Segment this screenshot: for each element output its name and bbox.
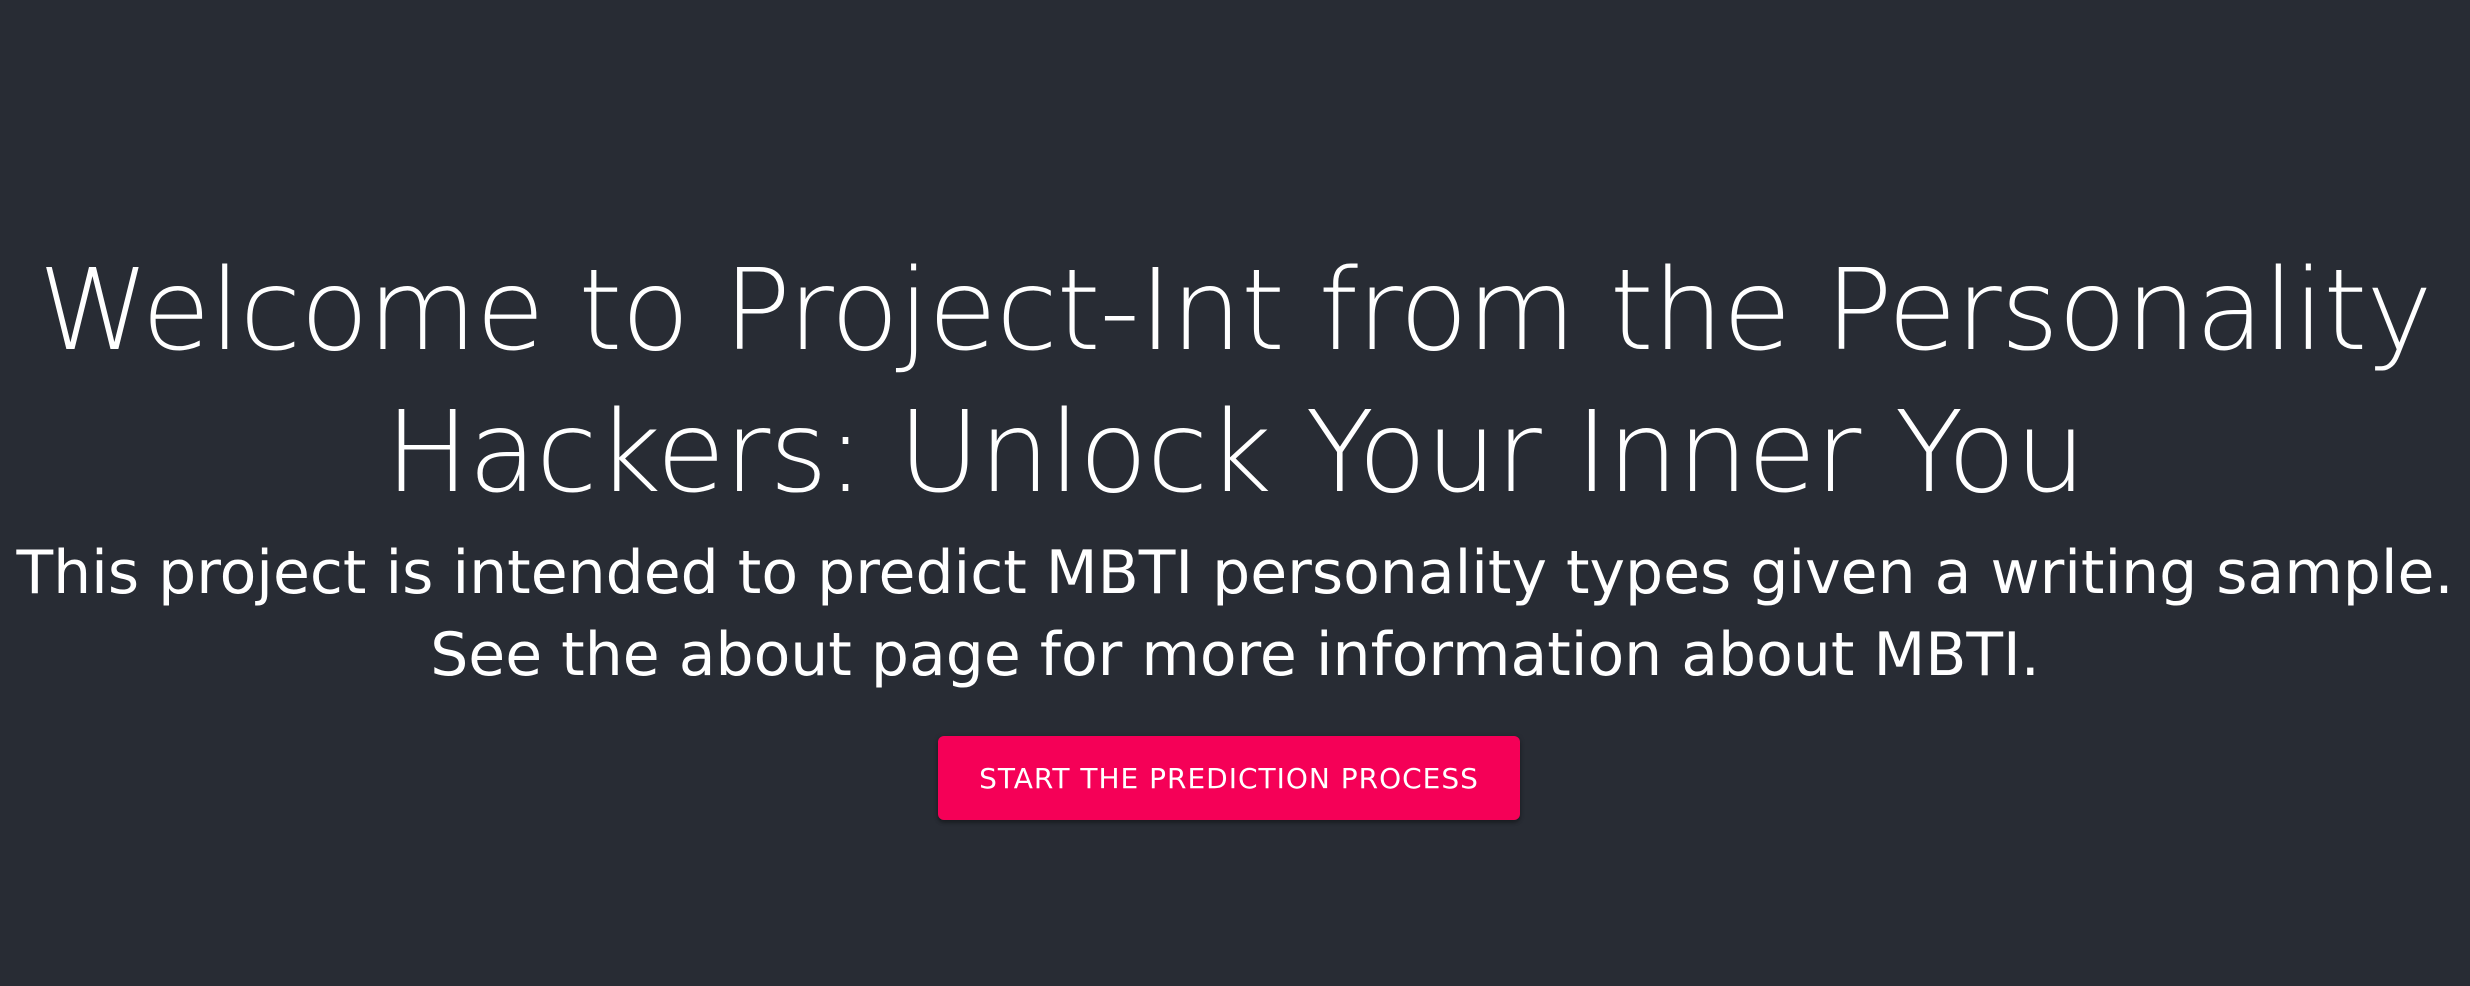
start-prediction-button[interactable]: Start the Prediction Process [938,736,1520,820]
landing-page: Welcome to Project-Int from the Personal… [0,0,2470,986]
page-description-line-2: See the about page for more information … [430,620,2040,690]
page-description: This project is intended to predict MBTI… [0,532,2470,696]
page-title-line-2: Hackers: Unlock Your Inner You [385,388,2086,518]
page-description-line-1: This project is intended to predict MBTI… [16,538,2454,608]
page-title-line-1: Welcome to Project-Int from the Personal… [38,246,2432,376]
page-title: Welcome to Project-Int from the Personal… [0,240,2470,524]
hero-section: Welcome to Project-Int from the Personal… [0,0,2470,986]
